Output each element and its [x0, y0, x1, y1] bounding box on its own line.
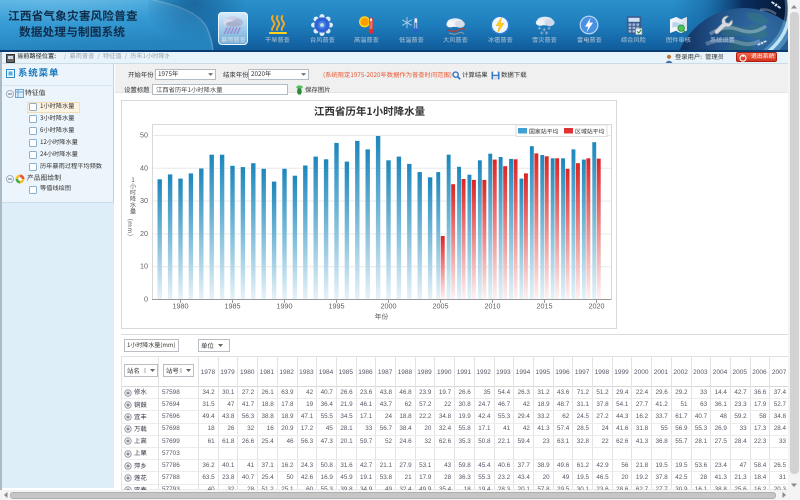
- svg-text:30: 30: [140, 196, 148, 205]
- svg-text:0: 0: [144, 295, 148, 304]
- svg-text:10: 10: [140, 262, 148, 271]
- svg-text:2005: 2005: [433, 302, 449, 311]
- svg-text:20: 20: [140, 229, 148, 238]
- svg-text:2010: 2010: [485, 302, 501, 311]
- svg-text:40: 40: [140, 163, 148, 172]
- svg-text:1985: 1985: [225, 302, 241, 311]
- svg-text:2015: 2015: [537, 302, 553, 311]
- svg-text:1980: 1980: [173, 302, 189, 311]
- svg-text:50: 50: [140, 131, 148, 140]
- svg-text:1990: 1990: [277, 302, 293, 311]
- svg-text:2020: 2020: [589, 302, 605, 311]
- svg-text:1995: 1995: [329, 302, 345, 311]
- svg-text:2000: 2000: [381, 302, 397, 311]
